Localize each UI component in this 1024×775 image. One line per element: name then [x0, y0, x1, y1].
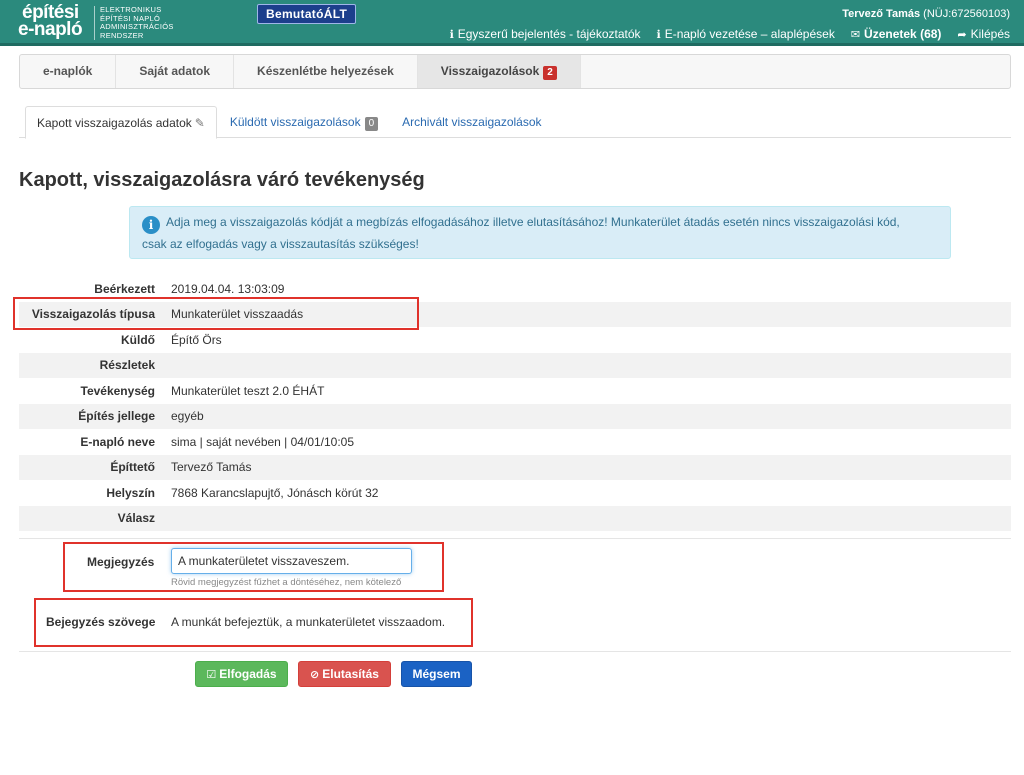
tab-keszenletbe-helyezesek[interactable]: Készenlétbe helyezések: [234, 55, 418, 88]
user-id: (NÜJ:672560103): [923, 8, 1010, 20]
tab-received-data[interactable]: Kapott visszaigazolás adatok ✎: [25, 106, 217, 139]
envelope-icon: ✉: [850, 28, 861, 41]
highlight-box-note: [63, 542, 444, 592]
pencil-icon: ✎: [194, 116, 205, 130]
sub-tabs: Kapott visszaigazolás adatok ✎ Küldött vi…: [19, 106, 1011, 139]
tab-archived[interactable]: Archivált visszaigazolások: [391, 106, 552, 137]
detail-row-client: Építtető Tervező Tamás: [19, 454, 1011, 480]
highlight-box-entry: [34, 598, 473, 647]
tab-visszaigazolasok[interactable]: Visszaigazolások 2: [417, 55, 581, 88]
top-links: ℹ Egyszerű bejelentés - tájékoztatók ℹ E…: [450, 27, 1010, 41]
divider: [19, 651, 1011, 652]
info-icon: ℹ: [656, 28, 661, 41]
user-info: Tervező Tamás (NÜJ:672560103): [842, 8, 1010, 20]
page-title: Kapott, visszaigazolásra váró tevékenysé…: [19, 169, 425, 191]
check-square-icon: ☑: [206, 669, 217, 681]
pending-count-badge: 2: [543, 66, 557, 80]
cancel-button[interactable]: Mégsem: [401, 661, 472, 687]
user-name: Tervező Tamás: [842, 8, 921, 20]
tab-sent[interactable]: Küldött visszaigazolások 0: [219, 106, 389, 137]
tab-enaplok[interactable]: e-naplók: [20, 55, 117, 88]
logo-line2: e-napló: [18, 19, 83, 40]
accept-button[interactable]: ☑ Elfogadás: [195, 661, 288, 687]
environment-badge: BemutatóÁLT: [257, 4, 357, 24]
ban-icon: ⊘: [310, 669, 320, 681]
detail-row-activity: Tevékenység Munkaterület teszt 2.0 ÉHÁT: [80, 383, 325, 398]
enaplo-basics-link[interactable]: ℹ E-napló vezetése – alaplépések: [657, 27, 835, 41]
detail-row-location: Helyszín 7868 Karancslapujtő, Jónásch kör…: [106, 485, 379, 500]
info-circle-icon: i: [142, 216, 160, 234]
logo-subtitle: ELEKTRONIKUS ÉPÍTÉSI NAPLÓ ADMINISZTRÁCI…: [94, 5, 214, 40]
detail-row-details: Részletek: [19, 352, 1011, 378]
info-icon: ℹ: [449, 28, 454, 41]
detail-row-sender: Küldő Építő Örs: [121, 332, 222, 347]
tab-sajat-adatok[interactable]: Saját adatok: [116, 55, 235, 88]
simple-login-link[interactable]: ℹ Egyszerű bejelentés - tájékoztatók: [450, 27, 641, 41]
main-nav: e-naplók Saját adatok Készenlétbe helyez…: [19, 54, 1011, 89]
reject-button[interactable]: ⊘ Elutasítás: [298, 661, 391, 687]
top-header: építési e-napló ELEKTRONIKUS ÉPÍTÉSI NAP…: [0, 0, 1024, 46]
divider: [19, 538, 1011, 539]
sent-count-badge: 0: [364, 117, 379, 131]
detail-row-construction-type: Építés jellege egyéb: [19, 403, 1011, 429]
logout-link[interactable]: ➦ Kilépés: [957, 27, 1010, 41]
detail-row-enaplo-name: E-napló neve sima | saját nevében | 04/01…: [80, 434, 355, 449]
highlight-box-type: [13, 297, 419, 330]
app-logo[interactable]: építési e-napló ELEKTRONIKUS ÉPÍTÉSI NAP…: [18, 3, 173, 40]
messages-link[interactable]: ✉ Üzenetek (68): [851, 27, 942, 41]
info-alert: i Adja meg a visszaigazolás kódját a megb…: [129, 206, 951, 259]
share-arrow-icon: ➦: [957, 28, 967, 41]
detail-row-answer: Válasz: [19, 505, 1011, 531]
